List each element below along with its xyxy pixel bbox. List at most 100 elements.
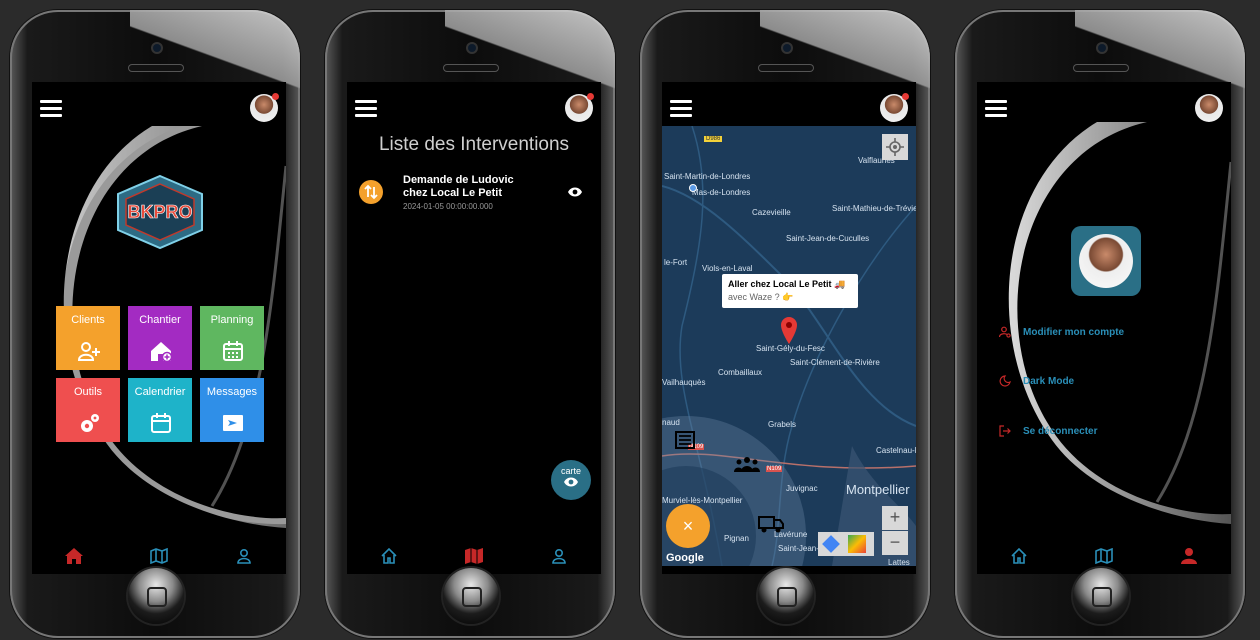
map-icon[interactable] <box>1094 546 1114 566</box>
notification-dot <box>587 93 594 100</box>
road-label: N109 <box>766 466 783 472</box>
notification-dot <box>902 93 909 100</box>
list-item[interactable]: Demande de Ludovic chez Local Le Petit 20… <box>353 174 593 214</box>
eye-icon <box>564 477 578 487</box>
tile-label: Outils <box>73 386 103 398</box>
place-label: Murviel-lès-Montpellier <box>662 496 743 505</box>
tooltip-subtitle: avec Waze ? 👉 <box>728 292 794 302</box>
user-icon[interactable] <box>1179 546 1199 566</box>
calendar-icon <box>151 413 171 433</box>
tile-label: Planning <box>210 314 254 326</box>
user-settings-icon <box>999 326 1011 338</box>
eye-icon[interactable] <box>567 186 583 198</box>
tile-calendrier[interactable]: Calendrier <box>128 378 192 442</box>
user-icon[interactable] <box>234 546 254 566</box>
google-logo: Google <box>666 552 704 564</box>
calendar-icon <box>223 341 243 361</box>
place-label: naud <box>662 418 680 427</box>
waze-tooltip[interactable]: Aller chez Local Le Petit 🚚 avec Waze ? … <box>722 274 858 308</box>
avatar[interactable] <box>250 93 279 122</box>
home-icon[interactable] <box>64 546 84 566</box>
home-button[interactable] <box>758 568 814 624</box>
phone-map: D986 Valflaunès Saint-Martin-de-Londres … <box>640 10 930 638</box>
home-icon[interactable] <box>379 546 399 566</box>
gears-icon <box>81 414 99 432</box>
zoom-in-button[interactable]: + <box>882 506 908 530</box>
map-view[interactable]: D986 Valflaunès Saint-Martin-de-Londres … <box>662 126 916 566</box>
tile-label: Calendrier <box>134 386 186 398</box>
tooltip-title: Aller chez Local Le Petit 🚚 <box>728 279 846 289</box>
locate-icon[interactable] <box>882 134 908 160</box>
earpiece-speaker <box>1073 64 1129 72</box>
avatar[interactable] <box>1195 94 1223 122</box>
earpiece-speaker <box>443 64 499 72</box>
directions-icon[interactable] <box>822 535 840 553</box>
message-icon <box>223 415 243 431</box>
interventions-screen: Liste des Interventions Demande de Ludov… <box>347 82 601 574</box>
bkpro-logo: BKPRO <box>117 174 203 250</box>
add-user-icon <box>78 342 100 361</box>
phone-home: BKPRO Clients Chantier Planning Outils C… <box>10 10 300 638</box>
tile-label: Messages <box>206 386 258 398</box>
notification-dot <box>272 93 279 100</box>
place-label: Saint-Jean-de-Cuculles <box>786 234 870 243</box>
place-label: Lattes <box>888 558 910 566</box>
tile-outils[interactable]: Outils <box>56 378 120 442</box>
place-label: Saint-Clément-de-Rivière <box>790 358 880 367</box>
front-camera <box>153 44 161 52</box>
zoom-out-button[interactable]: − <box>882 531 908 555</box>
logout-icon <box>999 425 1011 437</box>
tile-messages[interactable]: Messages <box>200 378 264 442</box>
carte-label: carte <box>560 466 581 476</box>
carte-button[interactable]: carte <box>551 460 591 500</box>
front-camera <box>468 44 476 52</box>
tile-label: Clients <box>71 314 105 326</box>
user-icon[interactable] <box>549 546 569 566</box>
map-pin-icon[interactable] <box>780 316 798 344</box>
place-label: Mas-de-Londres <box>692 188 751 197</box>
place-label: Pignan <box>724 534 749 543</box>
intervention-title: Demande de Ludovic chez Local Le Petit <box>403 174 514 199</box>
avatar[interactable] <box>880 93 909 122</box>
place-label: Cazevieille <box>752 208 791 217</box>
avatar[interactable] <box>565 93 594 122</box>
front-camera <box>783 44 791 52</box>
google-maps-icon[interactable] <box>848 535 866 553</box>
map-icon[interactable] <box>149 546 169 566</box>
menu-icon[interactable] <box>355 100 377 117</box>
home-icon[interactable] <box>1009 546 1029 566</box>
home-button[interactable] <box>1073 568 1129 624</box>
map-icon[interactable] <box>464 546 484 566</box>
tile-clients[interactable]: Clients <box>56 306 120 370</box>
menu-icon[interactable] <box>985 100 1007 117</box>
place-label: Juvignac <box>786 484 818 493</box>
profile-screen: Modifier mon compte Dark Mode Se déconne… <box>977 82 1231 574</box>
transfer-icon <box>359 180 383 204</box>
front-camera <box>1098 44 1106 52</box>
place-label: Saint-Martin-de-Londres <box>664 172 751 181</box>
menu-label: Dark Mode <box>1023 376 1075 387</box>
tile-chantier[interactable]: Chantier <box>128 306 192 370</box>
tile-planning[interactable]: Planning <box>200 306 264 370</box>
close-fab[interactable]: × <box>666 504 710 548</box>
menu-label: Modifier mon compte <box>1023 327 1125 338</box>
list-icon[interactable] <box>674 430 696 450</box>
profile-photo[interactable] <box>1071 226 1141 296</box>
menu-icon[interactable] <box>40 100 62 117</box>
place-label: le-Fort <box>664 258 688 267</box>
home-button[interactable] <box>128 568 184 624</box>
home-button[interactable] <box>443 568 499 624</box>
place-label: Saint-Gély-du-Fesc <box>756 344 825 353</box>
place-label: Castelnau-le <box>876 446 916 455</box>
place-label: Viols-en-Laval <box>702 264 753 273</box>
team-icon[interactable] <box>734 456 760 472</box>
svg-text:BKPRO: BKPRO <box>127 202 192 222</box>
place-label: Grabels <box>768 420 797 429</box>
phone-profile: Modifier mon compte Dark Mode Se déconne… <box>955 10 1245 638</box>
tile-label: Chantier <box>139 314 181 326</box>
menu-label: Se déconnecter <box>1023 426 1098 437</box>
menu-icon[interactable] <box>670 100 692 117</box>
phone-interventions: Liste des Interventions Demande de Ludov… <box>325 10 615 638</box>
home-screen: BKPRO Clients Chantier Planning Outils C… <box>32 82 286 574</box>
truck-icon[interactable] <box>758 514 784 534</box>
